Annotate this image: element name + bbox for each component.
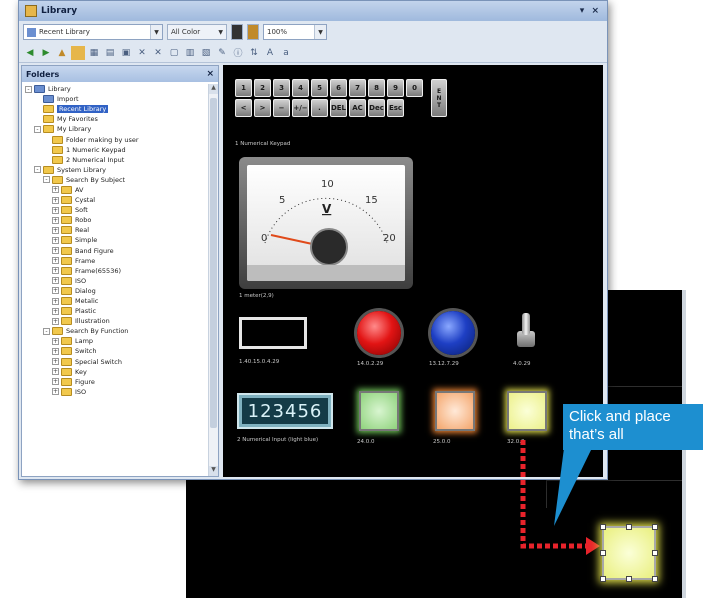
drag-arrow <box>520 440 600 555</box>
callout-line-1: Click and place <box>569 408 671 425</box>
resize-handle[interactable] <box>600 524 606 530</box>
instruction-callout: Click and place that’s all <box>563 404 703 450</box>
resize-handle[interactable] <box>600 576 606 582</box>
resize-handle[interactable] <box>626 524 632 530</box>
arrow-head-icon <box>586 537 600 555</box>
callout-pointer <box>554 448 592 526</box>
resize-handle[interactable] <box>652 524 658 530</box>
placed-yellow-lamp[interactable] <box>600 524 658 582</box>
resize-handle[interactable] <box>600 550 606 556</box>
resize-handle[interactable] <box>652 550 658 556</box>
resize-handle[interactable] <box>626 576 632 582</box>
resize-handle[interactable] <box>652 576 658 582</box>
callout-tail <box>554 448 592 526</box>
callout-line-2: that’s all <box>569 426 624 443</box>
